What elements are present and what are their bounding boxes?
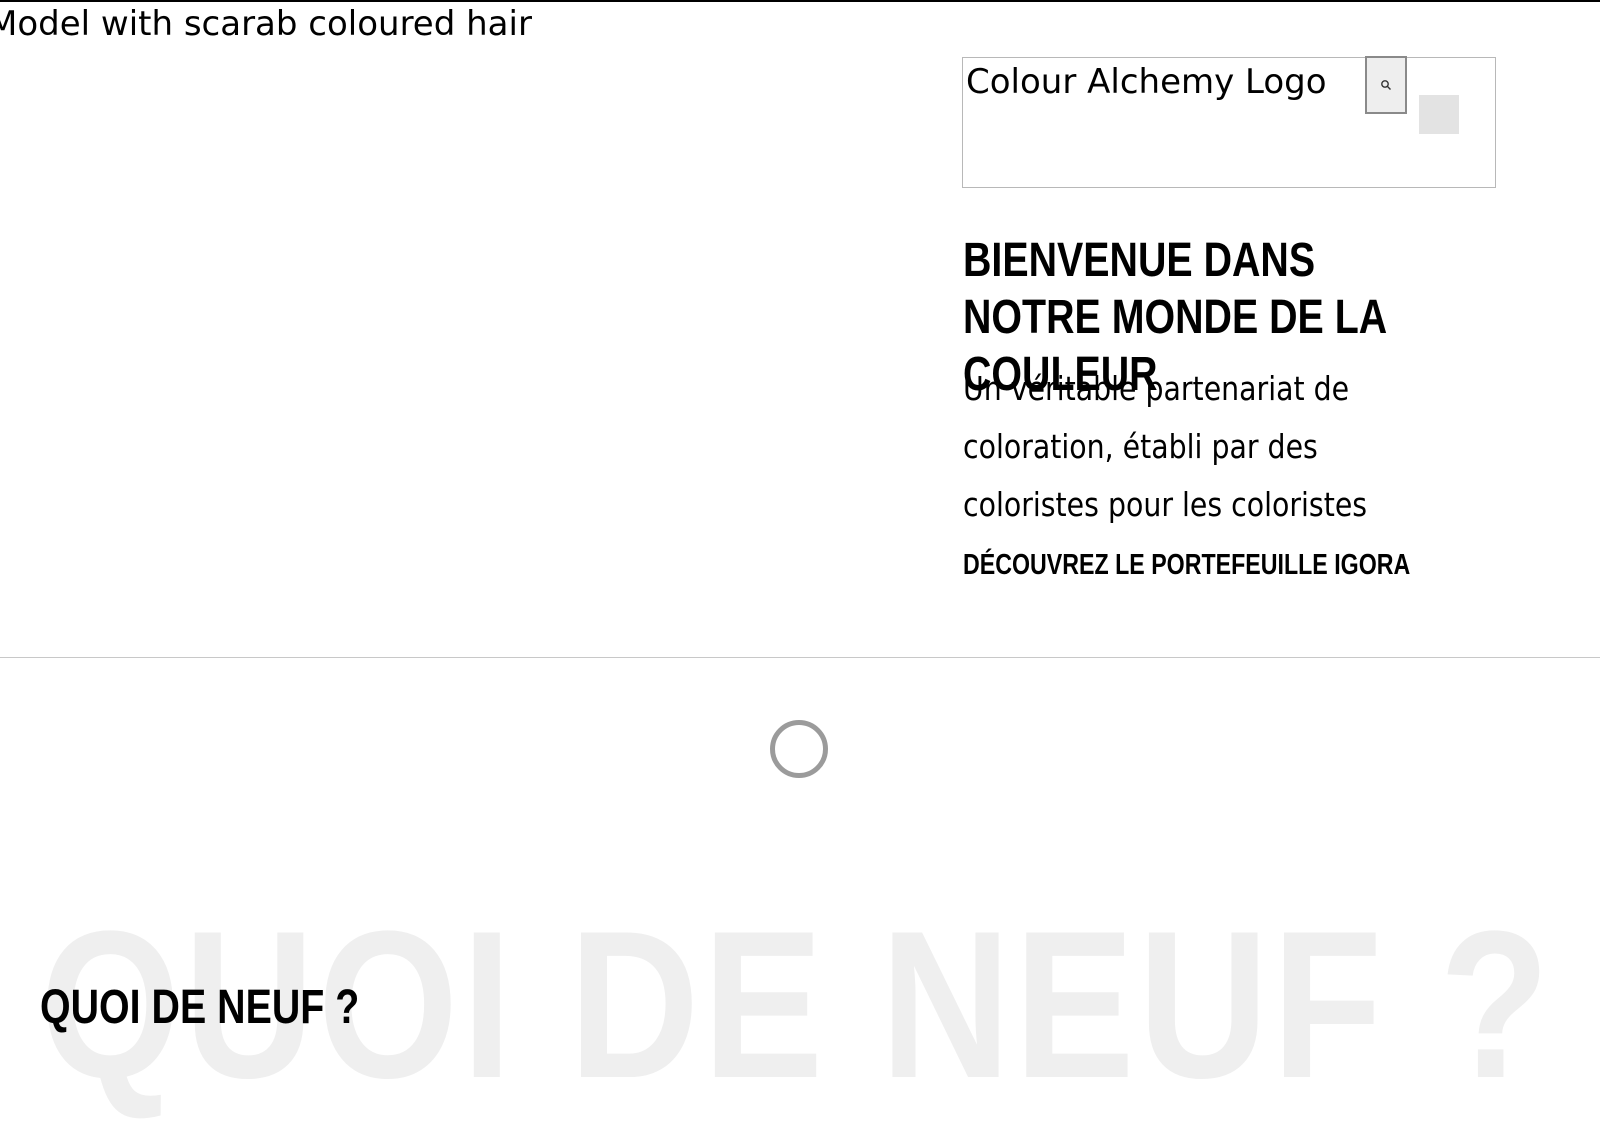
section-divider: [0, 657, 1600, 658]
logo-alt-text: Colour Alchemy Logo: [966, 62, 1327, 102]
menu-toggle-placeholder[interactable]: [1419, 95, 1459, 134]
hero-image-alt-text: Model with scarab coloured hair: [0, 4, 532, 44]
logo-placeholder[interactable]: Colour Alchemy Logo: [962, 56, 1496, 188]
search-icon: [1381, 80, 1391, 90]
news-heading: QUOI DE NEUF ?: [40, 981, 360, 1034]
loading-spinner-icon: [770, 720, 828, 778]
search-button[interactable]: [1365, 56, 1407, 114]
discover-portfolio-link[interactable]: DÉCOUVREZ LE PORTEFEUILLE IGORA: [963, 545, 1410, 585]
welcome-tagline: Un véritable partenariat de coloration, …: [963, 369, 1368, 524]
